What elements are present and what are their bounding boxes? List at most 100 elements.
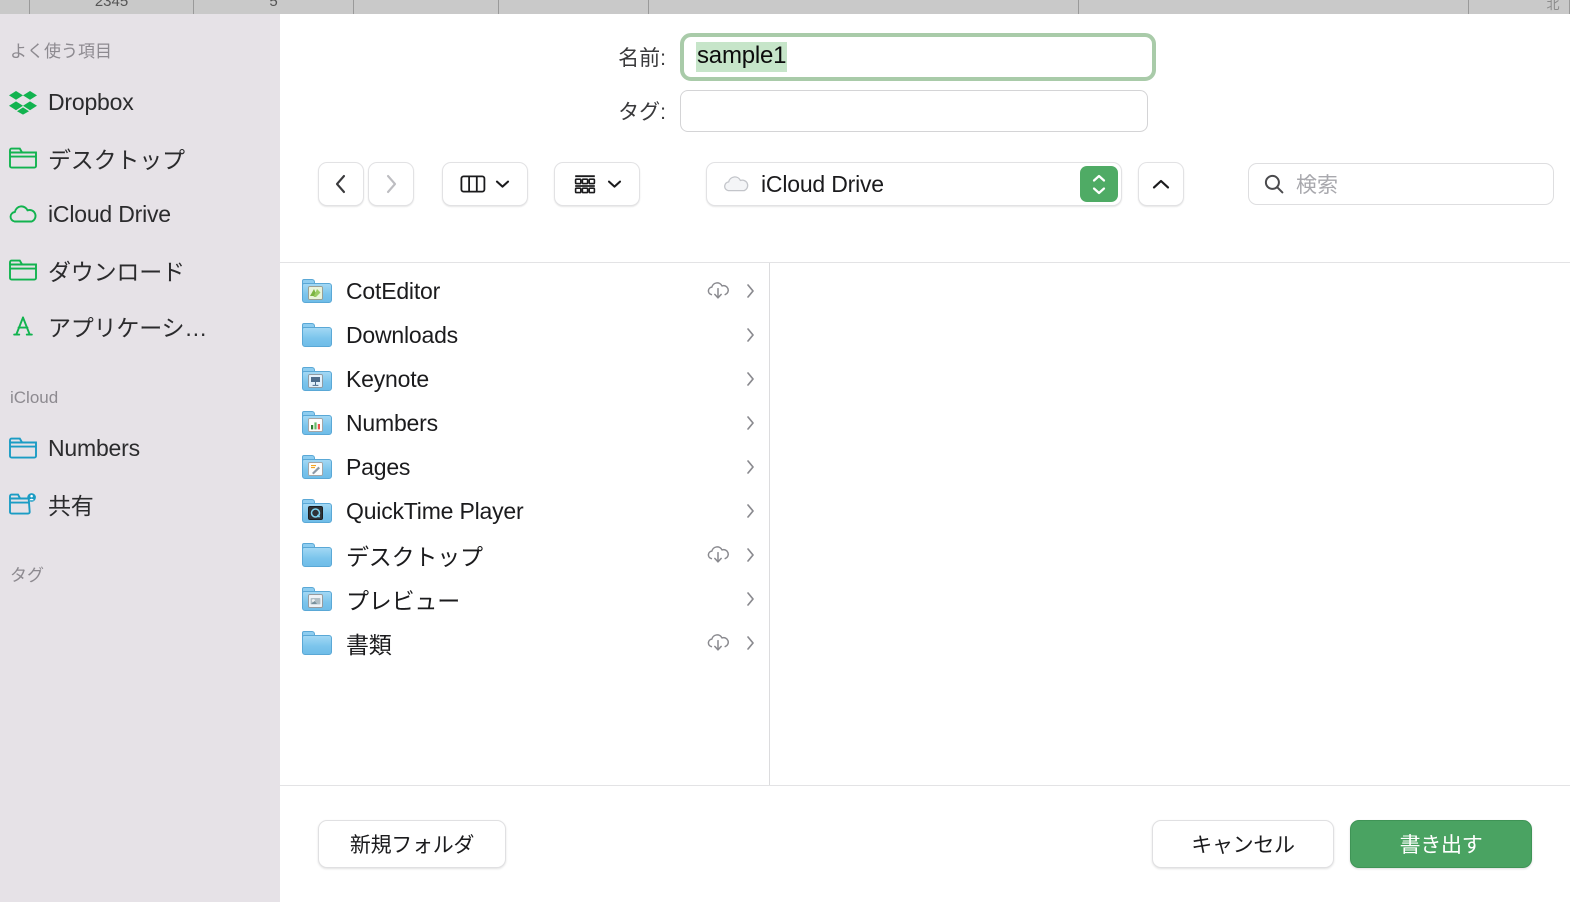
folder-icon <box>302 323 332 347</box>
list-item-label: 書類 <box>346 626 392 660</box>
save-dialog: よく使う項目 Dropbox デスクト <box>0 14 1570 902</box>
sidebar: よく使う項目 Dropbox デスクト <box>0 14 280 902</box>
folder-icon <box>8 255 48 285</box>
folder-quicktime-icon <box>302 499 332 523</box>
name-input-value: sample1 <box>696 42 787 71</box>
view-mode-button[interactable] <box>442 162 528 206</box>
chevron-down-icon <box>607 179 622 189</box>
list-item-label: Pages <box>346 454 410 481</box>
chevron-right-icon[interactable] <box>743 371 757 387</box>
collapse-button[interactable] <box>1138 162 1184 206</box>
dialog-action-bar: 新規フォルダ キャンセル 書き出す <box>280 786 1570 902</box>
list-item[interactable]: Downloads <box>280 313 769 357</box>
search-icon <box>1263 173 1285 195</box>
list-item[interactable]: QuickTime Player <box>280 489 769 533</box>
list-item-label: Numbers <box>346 410 438 437</box>
cloud-download-icon[interactable] <box>705 632 731 654</box>
export-button[interactable]: 書き出す <box>1350 820 1532 868</box>
sidebar-item-downloads[interactable]: ダウンロード <box>0 242 280 298</box>
tag-field-row: タグ: <box>280 84 1570 138</box>
sidebar-item-shared[interactable]: 共有 <box>0 476 280 532</box>
folder-icon <box>302 631 332 655</box>
sidebar-item-applications[interactable]: アプリケーシ… <box>0 298 280 354</box>
tag-input[interactable] <box>680 90 1148 132</box>
sidebar-section-header-icloud: iCloud <box>0 386 280 410</box>
sidebar-item-label: デスクトップ <box>48 141 185 175</box>
cloud-icon <box>721 173 751 195</box>
chevron-right-icon[interactable] <box>743 591 757 607</box>
file-list-column: CotEditor <box>280 263 770 785</box>
new-folder-button[interactable]: 新規フォルダ <box>318 820 506 868</box>
file-browser: CotEditor <box>280 262 1570 786</box>
dropbox-icon <box>8 87 48 117</box>
list-item-label: Downloads <box>346 322 458 349</box>
chevron-up-icon <box>1091 174 1107 183</box>
sidebar-section-header-favorites: よく使う項目 <box>0 40 280 64</box>
chevron-right-icon[interactable] <box>743 283 757 299</box>
name-field-row: 名前: sample1 <box>280 30 1570 84</box>
chevron-right-icon[interactable] <box>743 547 757 563</box>
shared-folder-icon <box>8 489 48 519</box>
chevron-right-icon[interactable] <box>743 415 757 431</box>
cloud-download-icon[interactable] <box>705 280 731 302</box>
list-item[interactable]: Keynote <box>280 357 769 401</box>
folder-icon <box>8 143 48 173</box>
folder-preview-icon <box>302 587 332 611</box>
list-item[interactable]: Numbers <box>280 401 769 445</box>
forward-button[interactable] <box>368 162 414 206</box>
sidebar-item-label: Numbers <box>48 435 140 462</box>
folder-coteditor-icon <box>302 279 332 303</box>
stepper-icon[interactable] <box>1080 166 1118 202</box>
name-field-label: 名前: <box>280 42 680 72</box>
list-item-label: CotEditor <box>346 278 440 305</box>
list-item[interactable]: CotEditor <box>280 269 769 313</box>
applications-icon <box>8 311 48 341</box>
group-by-icon <box>572 173 598 195</box>
cancel-button[interactable]: キャンセル <box>1152 820 1334 868</box>
chevron-down-icon <box>1091 186 1107 195</box>
list-item-label: QuickTime Player <box>346 498 523 525</box>
file-fields: 名前: sample1 タグ: <box>280 14 1570 144</box>
name-input[interactable]: sample1 <box>680 33 1156 81</box>
sidebar-item-numbers[interactable]: Numbers <box>0 420 280 476</box>
list-item[interactable]: 書類 <box>280 621 769 665</box>
chevron-right-icon <box>382 173 400 195</box>
chevron-left-icon <box>332 173 350 195</box>
chevron-right-icon[interactable] <box>743 503 757 519</box>
list-item-label: プレビュー <box>346 582 460 616</box>
list-item[interactable]: Pages <box>280 445 769 489</box>
chevron-right-icon[interactable] <box>743 635 757 651</box>
location-popup-button[interactable]: iCloud Drive <box>706 162 1122 206</box>
file-preview-column <box>770 263 1570 785</box>
sidebar-item-icloud-drive[interactable]: iCloud Drive <box>0 186 280 242</box>
column-view-icon <box>460 173 486 195</box>
sidebar-item-label: ダウンロード <box>48 253 185 287</box>
dialog-main-pane: 名前: sample1 タグ: <box>280 14 1570 902</box>
sidebar-item-label: 共有 <box>48 487 94 521</box>
chevron-down-icon <box>495 179 510 189</box>
chevron-right-icon[interactable] <box>743 327 757 343</box>
list-item[interactable]: デスクトップ <box>280 533 769 577</box>
folder-pages-icon <box>302 455 332 479</box>
location-popup-label: iCloud Drive <box>761 171 884 198</box>
file-browser-toolbar: iCloud Drive <box>280 144 1570 224</box>
tag-field-label: タグ: <box>280 96 680 126</box>
folder-numbers-icon <box>302 411 332 435</box>
sidebar-item-desktop[interactable]: デスクトップ <box>0 130 280 186</box>
list-item-label: デスクトップ <box>346 538 483 572</box>
cloud-icon <box>8 199 48 229</box>
folder-keynote-icon <box>302 367 332 391</box>
cloud-download-icon[interactable] <box>705 544 731 566</box>
sidebar-section-header-tags: タグ <box>0 564 280 588</box>
group-by-button[interactable] <box>554 162 640 206</box>
list-item[interactable]: プレビュー <box>280 577 769 621</box>
chevron-right-icon[interactable] <box>743 459 757 475</box>
back-button[interactable] <box>318 162 364 206</box>
sidebar-item-label: アプリケーシ… <box>48 309 207 343</box>
sidebar-item-label: iCloud Drive <box>48 201 171 228</box>
navigation-buttons <box>318 162 414 206</box>
folder-icon <box>302 543 332 567</box>
sidebar-item-dropbox[interactable]: Dropbox <box>0 74 280 130</box>
search-placeholder: 検索 <box>1296 169 1338 199</box>
search-input[interactable]: 検索 <box>1248 163 1554 205</box>
